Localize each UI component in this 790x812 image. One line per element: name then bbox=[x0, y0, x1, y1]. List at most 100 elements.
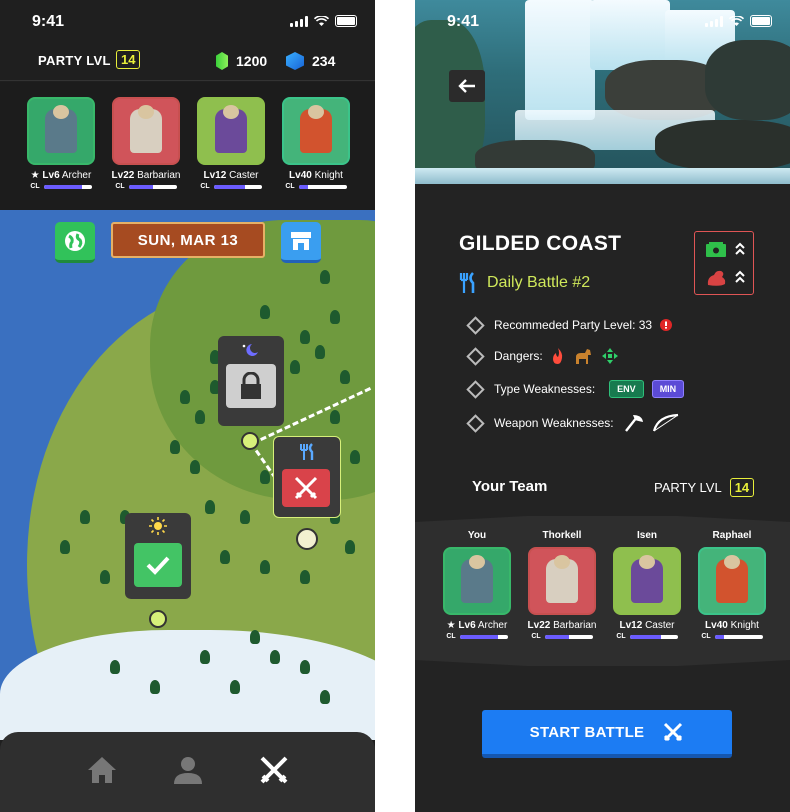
movement-arrows-icon[interactable] bbox=[601, 347, 619, 365]
class-level-bar: CL bbox=[692, 633, 772, 640]
character-name: Thorkell bbox=[542, 530, 582, 541]
class-level-bar: CL bbox=[106, 183, 186, 190]
nav-profile[interactable] bbox=[168, 750, 208, 790]
double-chevron-up-icon bbox=[735, 242, 745, 255]
class-level-bar: CL bbox=[21, 183, 101, 190]
axe-icon[interactable] bbox=[622, 413, 644, 433]
strength-arm-icon bbox=[707, 270, 726, 286]
class-level-bar: CL bbox=[522, 633, 602, 640]
battery-icon bbox=[750, 15, 772, 27]
lock-icon bbox=[241, 372, 261, 399]
nav-battle[interactable] bbox=[254, 750, 294, 790]
party-header: PARTY LVL 14 1200 234 bbox=[0, 44, 375, 81]
bullet-diamond-icon bbox=[466, 413, 485, 433]
character-card[interactable]: Lv22 Barbarian CL bbox=[106, 97, 186, 190]
character-level-class: Lv40 Knight bbox=[289, 170, 343, 181]
battle-detail-screen: 9:41 GILDED COAST Daily Battle #2 Recomm… bbox=[415, 0, 790, 812]
fork-knife-icon bbox=[459, 272, 475, 293]
globe-icon bbox=[65, 231, 85, 251]
status-bar: 9:41 bbox=[0, 0, 375, 44]
character-portrait bbox=[197, 97, 265, 165]
status-time: 9:41 bbox=[447, 13, 480, 30]
crossed-swords-icon bbox=[260, 756, 288, 784]
character-level-class: Lv40 Knight bbox=[705, 620, 759, 631]
signal-icon bbox=[290, 15, 308, 27]
map-node-dot[interactable] bbox=[149, 610, 167, 628]
character-level-class: Lv22 Barbarian bbox=[111, 170, 181, 181]
character-level-class: ★ Lv6 Archer bbox=[30, 170, 92, 181]
type-tag-min[interactable]: MIN bbox=[651, 380, 685, 398]
party-roster: ★ Lv6 Archer CL Lv22 Barbarian CL Lv12 Cas… bbox=[0, 82, 375, 210]
bottom-nav bbox=[0, 732, 375, 812]
completed-node[interactable] bbox=[125, 513, 191, 599]
rewards-box[interactable] bbox=[694, 231, 754, 295]
recommended-level-row: Recommeded Party Level: 33 bbox=[466, 315, 673, 335]
map-node-dot[interactable] bbox=[241, 432, 259, 450]
character-card[interactable]: Raphael Lv40 Knight CL bbox=[692, 530, 772, 640]
character-level-class: Lv12 Caster bbox=[619, 620, 675, 631]
character-portrait bbox=[613, 547, 681, 615]
green-gem-counter: 1200 bbox=[216, 52, 267, 70]
dangers-row: Dangers: bbox=[466, 346, 619, 366]
blue-gem-icon bbox=[286, 52, 304, 70]
type-tag-env[interactable]: ENV bbox=[609, 380, 644, 398]
crossed-swords-icon bbox=[664, 722, 683, 742]
class-level-bar: CL bbox=[191, 183, 271, 190]
fire-icon[interactable] bbox=[551, 347, 565, 365]
team-heading: Your Team bbox=[472, 478, 548, 495]
bow-icon[interactable] bbox=[652, 413, 680, 433]
wifi-icon bbox=[729, 15, 744, 26]
globe-button[interactable] bbox=[55, 222, 95, 263]
character-level-class: Lv22 Barbarian bbox=[527, 620, 597, 631]
crossed-swords-icon bbox=[294, 476, 318, 500]
battle-subtitle: Daily Battle #2 bbox=[459, 272, 590, 294]
character-card[interactable]: Isen Lv12 Caster CL bbox=[607, 530, 687, 640]
character-portrait bbox=[443, 547, 511, 615]
battle-info: GILDED COAST Daily Battle #2 Recommeded … bbox=[415, 184, 790, 812]
locked-node[interactable] bbox=[218, 336, 284, 426]
horse-icon[interactable] bbox=[573, 347, 593, 365]
map-node-dot-current[interactable] bbox=[296, 528, 318, 550]
date-button[interactable]: SUN, MAR 13 bbox=[111, 222, 265, 258]
wifi-icon bbox=[314, 15, 329, 26]
class-level-bar: CL bbox=[607, 633, 687, 640]
map-screen: 9:41 PARTY LVL 14 1200 234 ★ Lv6 Archer C… bbox=[0, 0, 375, 812]
type-weaknesses-row: Type Weaknesses: ENV MIN bbox=[466, 379, 685, 399]
person-icon bbox=[174, 757, 202, 784]
arrow-left-icon bbox=[458, 79, 475, 93]
character-name: Isen bbox=[636, 530, 657, 541]
bullet-diamond-icon bbox=[466, 315, 485, 335]
character-portrait bbox=[698, 547, 766, 615]
party-level-label: PARTY LVL bbox=[38, 53, 111, 68]
character-portrait bbox=[528, 547, 596, 615]
checkmark-icon bbox=[146, 556, 170, 575]
weapon-weaknesses-row: Weapon Weaknesses: bbox=[466, 413, 680, 433]
battle-node[interactable] bbox=[273, 436, 341, 518]
character-name: Raphael bbox=[712, 530, 752, 541]
character-level-class: Lv12 Caster bbox=[203, 170, 259, 181]
shop-button[interactable] bbox=[281, 222, 321, 263]
character-card[interactable]: Lv40 Knight CL bbox=[276, 97, 356, 190]
signal-icon bbox=[705, 15, 723, 27]
battery-icon bbox=[335, 15, 357, 27]
class-level-bar: CL bbox=[276, 183, 356, 190]
party-level-badge: 14 bbox=[729, 478, 755, 497]
nav-home[interactable] bbox=[82, 750, 122, 790]
character-card[interactable]: Thorkell Lv22 Barbarian CL bbox=[522, 530, 602, 640]
character-card[interactable]: ★ Lv6 Archer CL bbox=[21, 97, 101, 190]
cash-icon bbox=[706, 242, 726, 257]
blue-gem-counter: 234 bbox=[286, 52, 335, 70]
location-title: GILDED COAST bbox=[459, 232, 622, 255]
status-time: 9:41 bbox=[32, 13, 65, 30]
back-button[interactable] bbox=[449, 70, 485, 102]
class-level-bar: CL bbox=[437, 633, 517, 640]
world-map[interactable]: SUN, MAR 13 bbox=[0, 210, 375, 740]
start-battle-button[interactable]: START BATTLE bbox=[482, 710, 732, 758]
character-card[interactable]: You ★ Lv6 Archer CL bbox=[437, 530, 517, 640]
alert-icon[interactable] bbox=[660, 319, 673, 331]
character-card[interactable]: Lv12 Caster CL bbox=[191, 97, 271, 190]
character-portrait bbox=[27, 97, 95, 165]
shop-icon bbox=[291, 232, 311, 250]
character-name: You bbox=[467, 530, 487, 541]
status-bar: 9:41 bbox=[415, 0, 790, 44]
